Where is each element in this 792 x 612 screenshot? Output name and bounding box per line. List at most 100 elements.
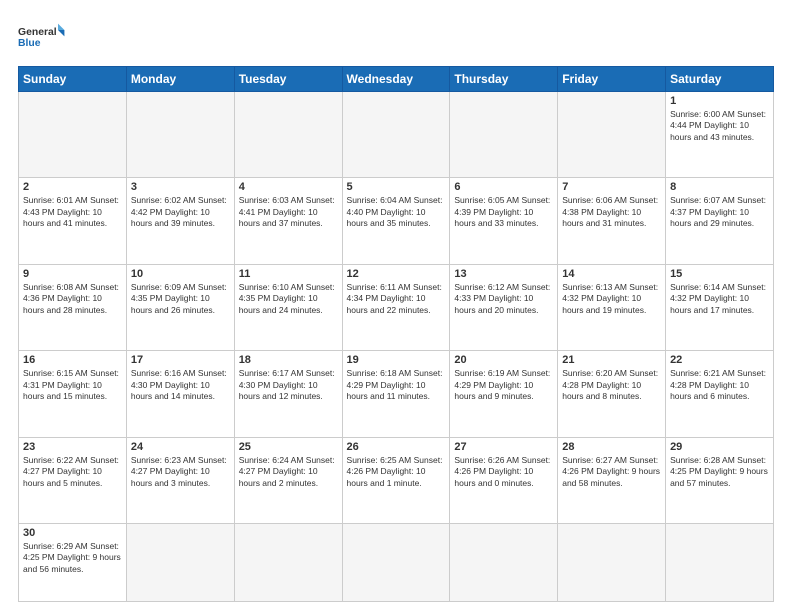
day-info: Sunrise: 6:13 AM Sunset: 4:32 PM Dayligh… <box>562 282 661 316</box>
day-of-week-sunday: Sunday <box>19 67 127 92</box>
calendar-cell <box>450 523 558 601</box>
day-of-week-friday: Friday <box>558 67 666 92</box>
day-info: Sunrise: 6:25 AM Sunset: 4:26 PM Dayligh… <box>347 455 446 489</box>
calendar-cell: 28 Sunrise: 6:27 AM Sunset: 4:26 PM Dayli… <box>558 437 666 523</box>
day-info: Sunrise: 6:28 AM Sunset: 4:25 PM Dayligh… <box>670 455 769 489</box>
day-of-week-thursday: Thursday <box>450 67 558 92</box>
day-info: Sunrise: 6:24 AM Sunset: 4:27 PM Dayligh… <box>239 455 338 489</box>
day-info: Sunrise: 6:05 AM Sunset: 4:39 PM Dayligh… <box>454 195 553 229</box>
calendar-cell: 21 Sunrise: 6:20 AM Sunset: 4:28 PM Dayli… <box>558 351 666 437</box>
calendar-cell <box>558 92 666 178</box>
day-info: Sunrise: 6:15 AM Sunset: 4:31 PM Dayligh… <box>23 368 122 402</box>
day-number: 19 <box>347 354 446 366</box>
calendar-cell: 25 Sunrise: 6:24 AM Sunset: 4:27 PM Dayli… <box>234 437 342 523</box>
day-number: 16 <box>23 354 122 366</box>
day-info: Sunrise: 6:04 AM Sunset: 4:40 PM Dayligh… <box>347 195 446 229</box>
calendar-cell <box>342 523 450 601</box>
day-number: 22 <box>670 354 769 366</box>
day-number: 25 <box>239 441 338 453</box>
calendar-cell: 9Sunrise: 6:08 AM Sunset: 4:36 PM Daylig… <box>19 264 127 350</box>
calendar-cell: 7 Sunrise: 6:06 AM Sunset: 4:38 PM Daylig… <box>558 178 666 264</box>
day-info: Sunrise: 6:22 AM Sunset: 4:27 PM Dayligh… <box>23 455 122 489</box>
day-number: 6 <box>454 181 553 193</box>
calendar-cell: 15 Sunrise: 6:14 AM Sunset: 4:32 PM Dayli… <box>666 264 774 350</box>
day-number: 26 <box>347 441 446 453</box>
calendar-cell: 17 Sunrise: 6:16 AM Sunset: 4:30 PM Dayli… <box>126 351 234 437</box>
calendar-cell: 5Sunrise: 6:04 AM Sunset: 4:40 PM Daylig… <box>342 178 450 264</box>
day-info: Sunrise: 6:16 AM Sunset: 4:30 PM Dayligh… <box>131 368 230 402</box>
day-number: 27 <box>454 441 553 453</box>
day-info: Sunrise: 6:01 AM Sunset: 4:43 PM Dayligh… <box>23 195 122 229</box>
calendar-cell: 16 Sunrise: 6:15 AM Sunset: 4:31 PM Dayli… <box>19 351 127 437</box>
calendar-cell <box>450 92 558 178</box>
day-of-week-wednesday: Wednesday <box>342 67 450 92</box>
day-info: Sunrise: 6:19 AM Sunset: 4:29 PM Dayligh… <box>454 368 553 402</box>
day-info: Sunrise: 6:08 AM Sunset: 4:36 PM Dayligh… <box>23 282 122 316</box>
calendar-cell: 20Sunrise: 6:19 AM Sunset: 4:29 PM Dayli… <box>450 351 558 437</box>
day-number: 24 <box>131 441 230 453</box>
calendar-cell <box>234 523 342 601</box>
day-number: 30 <box>23 527 122 539</box>
day-info: Sunrise: 6:03 AM Sunset: 4:41 PM Dayligh… <box>239 195 338 229</box>
calendar-cell: 2Sunrise: 6:01 AM Sunset: 4:43 PM Daylig… <box>19 178 127 264</box>
calendar-cell <box>342 92 450 178</box>
calendar-cell: 26 Sunrise: 6:25 AM Sunset: 4:26 PM Dayli… <box>342 437 450 523</box>
logo-svg: General Blue <box>18 18 66 58</box>
day-number: 11 <box>239 268 338 280</box>
day-info: Sunrise: 6:14 AM Sunset: 4:32 PM Dayligh… <box>670 282 769 316</box>
calendar-cell: 27 Sunrise: 6:26 AM Sunset: 4:26 PM Dayli… <box>450 437 558 523</box>
calendar-header-row: SundayMondayTuesdayWednesdayThursdayFrid… <box>19 67 774 92</box>
calendar-cell: 23Sunrise: 6:22 AM Sunset: 4:27 PM Dayli… <box>19 437 127 523</box>
calendar-cell: 29Sunrise: 6:28 AM Sunset: 4:25 PM Dayli… <box>666 437 774 523</box>
day-info: Sunrise: 6:10 AM Sunset: 4:35 PM Dayligh… <box>239 282 338 316</box>
calendar-cell: 24Sunrise: 6:23 AM Sunset: 4:27 PM Dayli… <box>126 437 234 523</box>
day-info: Sunrise: 6:17 AM Sunset: 4:30 PM Dayligh… <box>239 368 338 402</box>
day-info: Sunrise: 6:12 AM Sunset: 4:33 PM Dayligh… <box>454 282 553 316</box>
day-info: Sunrise: 6:21 AM Sunset: 4:28 PM Dayligh… <box>670 368 769 402</box>
logo: General Blue <box>18 18 66 58</box>
calendar-week-row: 16 Sunrise: 6:15 AM Sunset: 4:31 PM Dayli… <box>19 351 774 437</box>
calendar-cell: 3 Sunrise: 6:02 AM Sunset: 4:42 PM Daylig… <box>126 178 234 264</box>
day-number: 18 <box>239 354 338 366</box>
day-info: Sunrise: 6:27 AM Sunset: 4:26 PM Dayligh… <box>562 455 661 489</box>
day-number: 1 <box>670 95 769 107</box>
calendar-cell <box>666 523 774 601</box>
calendar-week-row: 30Sunrise: 6:29 AM Sunset: 4:25 PM Dayli… <box>19 523 774 601</box>
svg-text:General: General <box>18 27 57 38</box>
day-number: 3 <box>131 181 230 193</box>
day-info: Sunrise: 6:09 AM Sunset: 4:35 PM Dayligh… <box>131 282 230 316</box>
calendar-cell: 8Sunrise: 6:07 AM Sunset: 4:37 PM Daylig… <box>666 178 774 264</box>
calendar-cell: 4 Sunrise: 6:03 AM Sunset: 4:41 PM Daylig… <box>234 178 342 264</box>
day-info: Sunrise: 6:06 AM Sunset: 4:38 PM Dayligh… <box>562 195 661 229</box>
day-info: Sunrise: 6:26 AM Sunset: 4:26 PM Dayligh… <box>454 455 553 489</box>
day-number: 15 <box>670 268 769 280</box>
day-number: 13 <box>454 268 553 280</box>
calendar-cell: 12Sunrise: 6:11 AM Sunset: 4:34 PM Dayli… <box>342 264 450 350</box>
day-number: 8 <box>670 181 769 193</box>
day-number: 28 <box>562 441 661 453</box>
day-number: 10 <box>131 268 230 280</box>
calendar-week-row: 2Sunrise: 6:01 AM Sunset: 4:43 PM Daylig… <box>19 178 774 264</box>
day-info: Sunrise: 6:20 AM Sunset: 4:28 PM Dayligh… <box>562 368 661 402</box>
day-info: Sunrise: 6:11 AM Sunset: 4:34 PM Dayligh… <box>347 282 446 316</box>
day-number: 7 <box>562 181 661 193</box>
day-info: Sunrise: 6:02 AM Sunset: 4:42 PM Dayligh… <box>131 195 230 229</box>
calendar-cell: 6 Sunrise: 6:05 AM Sunset: 4:39 PM Daylig… <box>450 178 558 264</box>
day-number: 4 <box>239 181 338 193</box>
calendar-cell <box>234 92 342 178</box>
day-number: 21 <box>562 354 661 366</box>
calendar-cell <box>126 523 234 601</box>
calendar-cell <box>558 523 666 601</box>
calendar-week-row: 9Sunrise: 6:08 AM Sunset: 4:36 PM Daylig… <box>19 264 774 350</box>
day-of-week-saturday: Saturday <box>666 67 774 92</box>
calendar-cell: 13 Sunrise: 6:12 AM Sunset: 4:33 PM Dayli… <box>450 264 558 350</box>
calendar-cell: 11 Sunrise: 6:10 AM Sunset: 4:35 PM Dayli… <box>234 264 342 350</box>
svg-text:Blue: Blue <box>18 38 41 49</box>
header: General Blue <box>18 18 774 58</box>
day-number: 17 <box>131 354 230 366</box>
day-of-week-tuesday: Tuesday <box>234 67 342 92</box>
day-info: Sunrise: 6:00 AM Sunset: 4:44 PM Dayligh… <box>670 109 769 143</box>
calendar-table: SundayMondayTuesdayWednesdayThursdayFrid… <box>18 66 774 602</box>
calendar-cell <box>19 92 127 178</box>
calendar-cell: 30Sunrise: 6:29 AM Sunset: 4:25 PM Dayli… <box>19 523 127 601</box>
